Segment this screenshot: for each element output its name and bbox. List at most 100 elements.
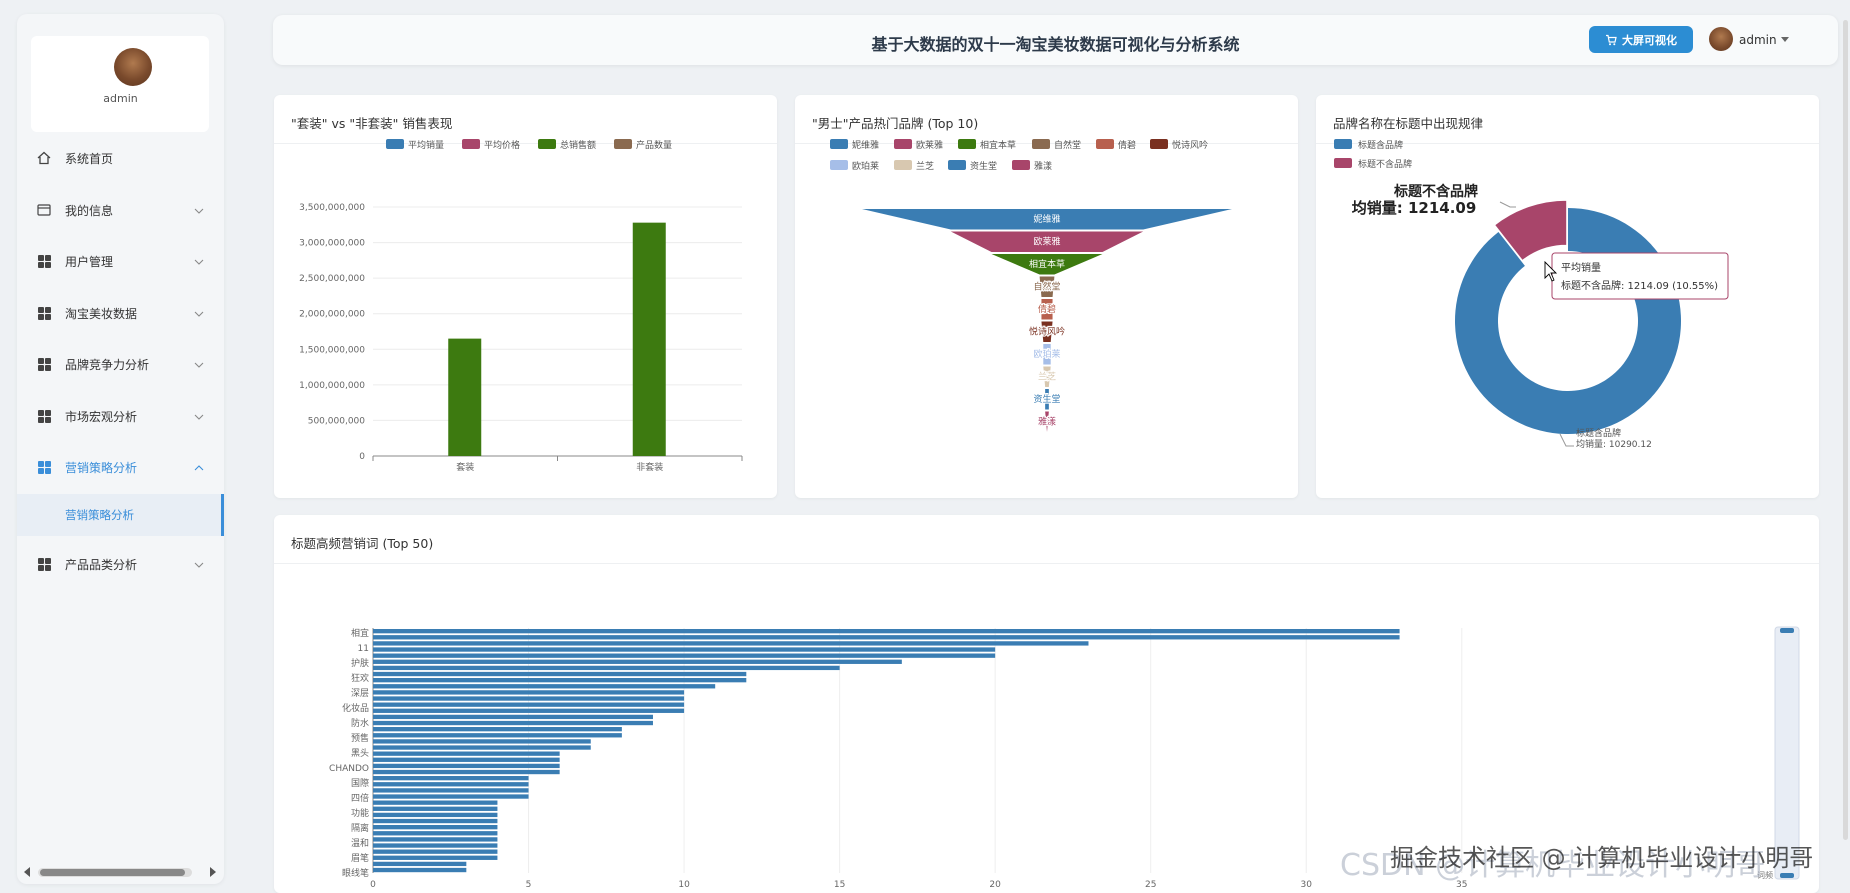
legend-label: 自然堂 [1054, 139, 1081, 151]
chart-card-brand-in-title: 品牌名称在标题中出现规律 标题含品牌 标题不含品牌 标题不含品牌 均销量: 1214.… [1316, 95, 1819, 498]
bar [373, 678, 747, 683]
header-username[interactable]: admin [1739, 33, 1777, 47]
submenu-item-label: 营销策略分析 [65, 508, 134, 522]
sidebar-item-product-category[interactable]: 产品品类分析 [17, 544, 224, 584]
chevron-down-icon [194, 307, 204, 321]
home-icon [37, 151, 51, 165]
legend-swatch [538, 139, 556, 149]
legend-swatch [1334, 158, 1352, 168]
funnel-label: 妮维雅 [1033, 213, 1060, 225]
chevron-down-icon [194, 410, 204, 424]
sidebar-item-label: 用户管理 [65, 254, 114, 269]
grid-icon [37, 409, 51, 423]
bigscreen-button[interactable]: 大屏可视化 [1589, 26, 1693, 53]
y-tick-label: 四倍 [351, 792, 369, 804]
legend-swatch [1334, 139, 1352, 149]
sidebar-item-market-macro[interactable]: 市场宏观分析 [17, 396, 224, 436]
active-indicator [221, 494, 224, 536]
scroll-right-icon[interactable] [210, 867, 216, 877]
bar [373, 647, 996, 652]
bar [373, 671, 747, 677]
x-tick-label: 25 [1145, 880, 1156, 890]
marketing-words-bar-chart: 0 5 10 15 20 25 30 35相宜11护肤狂欢深层化妆品防水预售黑头CHANDO国… [329, 626, 1800, 890]
chart-card-set-vs-nonset: "套装" vs "非套装" 销售表现 平均销量 平均价格 总销售额 产品数量 3,500… [274, 95, 777, 498]
bar [373, 837, 498, 842]
x-tick-label: 15 [834, 880, 845, 890]
y-tick-label: 3,000,000,000 [299, 239, 365, 249]
chart-card-men-brands: "男士"产品热门品牌 (Top 10) 妮维雅 欧莱雅 相宜本草 自然堂 倩碧 悦诗风吟欧… [795, 95, 1298, 498]
y-tick-label: 眉笔 [351, 852, 369, 864]
bar [373, 812, 498, 818]
legend-swatch [1150, 139, 1168, 149]
chart-card-marketing-words: 标题高频营销词 (Top 50) 0 5 10 15 20 25 30 35 相宜 11 护肤 狂欢深… [274, 515, 1819, 893]
bar [448, 338, 482, 456]
y-tick-label: 狂欢 [351, 672, 369, 684]
header: 基于大数据的双十一淘宝美妆数据可视化与分析系统 大屏可视化 admin [273, 15, 1838, 65]
bar [373, 659, 902, 664]
legend-label: 总销售额 [560, 139, 596, 151]
bar [373, 745, 591, 750]
bar [373, 733, 622, 738]
tooltip-title: 平均销量 [1561, 261, 1601, 274]
y-tick-label: 预售 [351, 732, 369, 744]
sidebar-item-brand-competitiveness[interactable]: 品牌竞争力分析 [17, 344, 224, 384]
bar [373, 751, 560, 756]
sidebar-item-taobao-data[interactable]: 淘宝美妆数据 [17, 293, 224, 333]
sidebar-item-label: 市场宏观分析 [65, 409, 138, 424]
caret-down-icon[interactable] [1781, 37, 1789, 42]
bar [373, 702, 685, 707]
bar [373, 794, 529, 799]
cart-icon [1606, 34, 1617, 45]
bar [373, 861, 467, 867]
bar [373, 855, 498, 860]
funnel-label: 雅漾 [1038, 416, 1056, 428]
legend-swatch [948, 160, 966, 170]
bar [373, 714, 653, 720]
legend-label: 资生堂 [970, 160, 997, 172]
y-tick-label: CHANDO [329, 764, 369, 774]
y-tick-label: 深层 [351, 688, 369, 699]
legend-label: 雅漾 [1034, 160, 1052, 172]
sidebar-item-user-management[interactable]: 用户管理 [17, 241, 224, 281]
legend-swatch [830, 139, 848, 149]
set-vs-nonset-chart: 平均销量 平均价格 总销售额 产品数量 3,500,000,000 3,000,000,0… [299, 139, 743, 473]
legend-label: 欧珀莱 [852, 160, 879, 172]
bar [373, 635, 1400, 640]
avatar[interactable] [114, 48, 152, 86]
sidebar-item-label: 我的信息 [65, 203, 114, 218]
chevron-down-icon [194, 204, 204, 218]
legend-label: 欧莱雅 [916, 139, 943, 151]
y-tick-label: 功能 [351, 807, 369, 819]
brand-in-title-donut: 标题含品牌标题不含品牌标题不含品牌均销量: 1214.09标题含品牌均销量: 1… [1334, 139, 1729, 450]
bar [373, 806, 498, 811]
sidebar-item-my-info[interactable]: 我的信息 [17, 190, 224, 230]
page-vertical-scrollbar[interactable] [1843, 20, 1848, 840]
sidebar-horizontal-scrollbar[interactable] [24, 865, 216, 879]
bar [373, 727, 622, 732]
y-tick-label: 相宜 [351, 627, 369, 639]
grid-icon [37, 357, 51, 371]
header-avatar[interactable] [1709, 27, 1733, 51]
funnel-label: 兰芝 [1038, 371, 1056, 383]
legend-label: 相宜本草 [980, 139, 1016, 151]
y-tick-label: 隔离 [351, 822, 369, 834]
funnel-label: 资生堂 [1033, 393, 1060, 405]
funnel-label: 欧莱雅 [1033, 236, 1060, 248]
bar [373, 690, 685, 695]
bar [373, 739, 591, 744]
submenu-item-marketing-strategy[interactable]: 营销策略分析 [17, 494, 224, 536]
x-tick-label: 30 [1301, 880, 1313, 890]
legend-label: 标题含品牌 [1358, 139, 1403, 151]
sidebar-item-marketing-strategy[interactable]: 营销策略分析 [17, 447, 224, 487]
scroll-left-icon[interactable] [24, 867, 30, 877]
scrollbar-thumb[interactable] [40, 869, 185, 876]
profile-card-icon [37, 203, 51, 217]
sidebar-item-home[interactable]: 系统首页 [17, 138, 224, 178]
legend-label: 兰芝 [916, 160, 934, 172]
legend-label: 妮维雅 [852, 139, 879, 151]
sidebar-item-label: 系统首页 [65, 151, 114, 166]
emphasis-label: 标题不含品牌 [1393, 183, 1478, 200]
legend-swatch [1012, 160, 1030, 170]
chevron-down-icon [194, 558, 204, 572]
bar [373, 696, 685, 701]
